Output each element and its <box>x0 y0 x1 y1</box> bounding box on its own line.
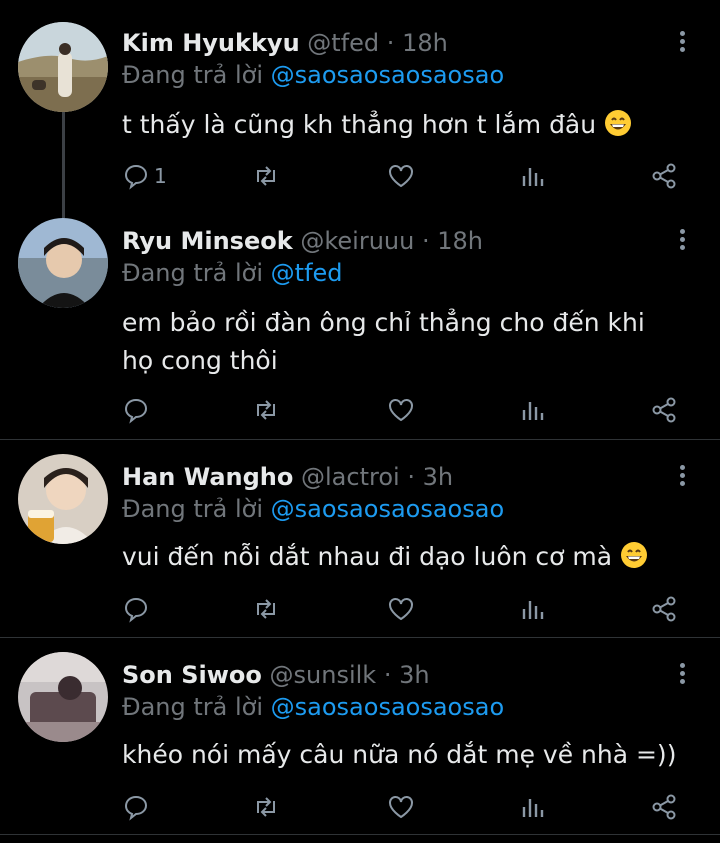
tweet-time[interactable]: 3h <box>423 463 453 491</box>
heart-icon <box>389 399 413 422</box>
views-icon <box>522 168 544 186</box>
share-button[interactable] <box>650 159 678 193</box>
like-button[interactable] <box>387 592 415 626</box>
tweet-3[interactable]: Han Wangho @lactroi · 3h Đang trả lời @s… <box>0 440 720 636</box>
reply-icon <box>124 398 148 424</box>
meta-separator: · <box>421 227 430 255</box>
share-button[interactable] <box>650 393 678 427</box>
avatar[interactable] <box>18 652 108 742</box>
avatar[interactable] <box>18 454 108 544</box>
meta-separator: · <box>386 29 395 57</box>
reply-button[interactable] <box>122 393 150 427</box>
more-vertical-icon[interactable] <box>672 28 692 58</box>
share-icon <box>652 794 676 820</box>
user-handle[interactable]: @sunsilk <box>270 661 377 689</box>
user-handle[interactable]: @lactroi <box>301 463 400 491</box>
user-handle[interactable]: @keiruuu <box>300 227 414 255</box>
tweet-text: khéo nói mấy câu nữa nó dắt mẹ về nhà =)… <box>122 740 677 769</box>
retweet-button[interactable] <box>252 393 280 427</box>
display-name[interactable]: Son Siwoo <box>122 661 262 689</box>
tweet-text: em bảo rồi đàn ông chỉ thẳng cho đến khi… <box>122 308 645 375</box>
heart-icon <box>389 165 413 188</box>
heart-icon <box>389 598 413 621</box>
reply-mention[interactable]: @saosaosaosaosao <box>271 693 504 721</box>
retweet-icon <box>257 599 275 619</box>
views-icon <box>522 799 544 817</box>
reply-mention[interactable]: @tfed <box>271 259 343 287</box>
views-icon <box>522 601 544 619</box>
tweet-1[interactable]: Kim Hyukkyu @tfed · 18h Đang trả lời @sa… <box>0 0 720 218</box>
meta-separator: · <box>383 661 392 689</box>
grinning-face-emoji <box>605 110 632 136</box>
share-icon <box>652 596 676 622</box>
retweet-button[interactable] <box>252 790 280 824</box>
share-icon <box>652 163 676 189</box>
divider <box>0 834 720 835</box>
views-button[interactable] <box>519 592 547 626</box>
display-name[interactable]: Ryu Minseok <box>122 227 293 255</box>
tweet-time[interactable]: 18h <box>402 29 448 57</box>
reply-button[interactable] <box>122 592 150 626</box>
views-button[interactable] <box>519 790 547 824</box>
views-button[interactable] <box>519 159 547 193</box>
retweet-icon <box>257 400 275 420</box>
reply-count: 1 <box>154 164 167 188</box>
more-vertical-icon[interactable] <box>672 226 692 256</box>
reply-mention[interactable]: @saosaosaosaosao <box>271 61 504 89</box>
views-button[interactable] <box>519 393 547 427</box>
reply-button[interactable] <box>122 790 150 824</box>
display-name[interactable]: Kim Hyukkyu <box>122 29 300 57</box>
retweet-icon <box>257 797 275 817</box>
reply-prefix: Đang trả lời <box>122 259 264 287</box>
retweet-button[interactable] <box>252 592 280 626</box>
reply-icon <box>124 795 148 821</box>
more-vertical-icon[interactable] <box>672 462 692 492</box>
tweet-text: vui đến nỗi dắt nhau đi dạo luôn cơ mà <box>122 542 613 571</box>
like-button[interactable] <box>387 790 415 824</box>
tweet-4[interactable]: Son Siwoo @sunsilk · 3h Đang trả lời @sa… <box>0 638 720 843</box>
reply-button[interactable]: 1 <box>122 159 167 193</box>
meta-separator: · <box>407 463 415 491</box>
tweet-actions <box>122 592 692 626</box>
retweet-icon <box>257 166 275 186</box>
display-name[interactable]: Han Wangho <box>122 463 293 491</box>
tweet-time[interactable]: 18h <box>437 227 483 255</box>
share-button[interactable] <box>650 592 678 626</box>
retweet-button[interactable] <box>252 159 280 193</box>
more-vertical-icon[interactable] <box>672 660 692 690</box>
reply-icon <box>124 164 148 190</box>
reply-prefix: Đang trả lời <box>122 495 264 523</box>
share-button[interactable] <box>650 790 678 824</box>
tweet-actions <box>122 790 692 824</box>
reply-icon <box>124 597 148 623</box>
tweet-2[interactable]: Ryu Minseok @keiruuu · 18h Đang trả lời … <box>0 218 720 438</box>
reply-prefix: Đang trả lời <box>122 693 264 721</box>
like-button[interactable] <box>387 393 415 427</box>
tweet-text-block: t thấy là cũng kh thẳng hơn t lắm đâu <box>122 106 682 144</box>
tweet-time[interactable]: 3h <box>399 661 429 689</box>
grinning-face-emoji <box>621 542 648 568</box>
tweet-text-block: vui đến nỗi dắt nhau đi dạo luôn cơ mà <box>122 538 682 576</box>
views-icon <box>522 402 544 420</box>
avatar[interactable] <box>18 22 108 112</box>
like-button[interactable] <box>387 159 415 193</box>
reply-prefix: Đang trả lời <box>122 61 264 89</box>
tweet-actions <box>122 393 692 427</box>
user-handle[interactable]: @tfed <box>307 29 379 57</box>
reply-mention[interactable]: @saosaosaosaosao <box>271 495 504 523</box>
avatar[interactable] <box>18 218 108 308</box>
tweet-actions: 1 <box>122 159 692 193</box>
share-icon <box>652 397 676 423</box>
heart-icon <box>389 796 413 819</box>
tweet-text: t thấy là cũng kh thẳng hơn t lắm đâu <box>122 110 597 139</box>
